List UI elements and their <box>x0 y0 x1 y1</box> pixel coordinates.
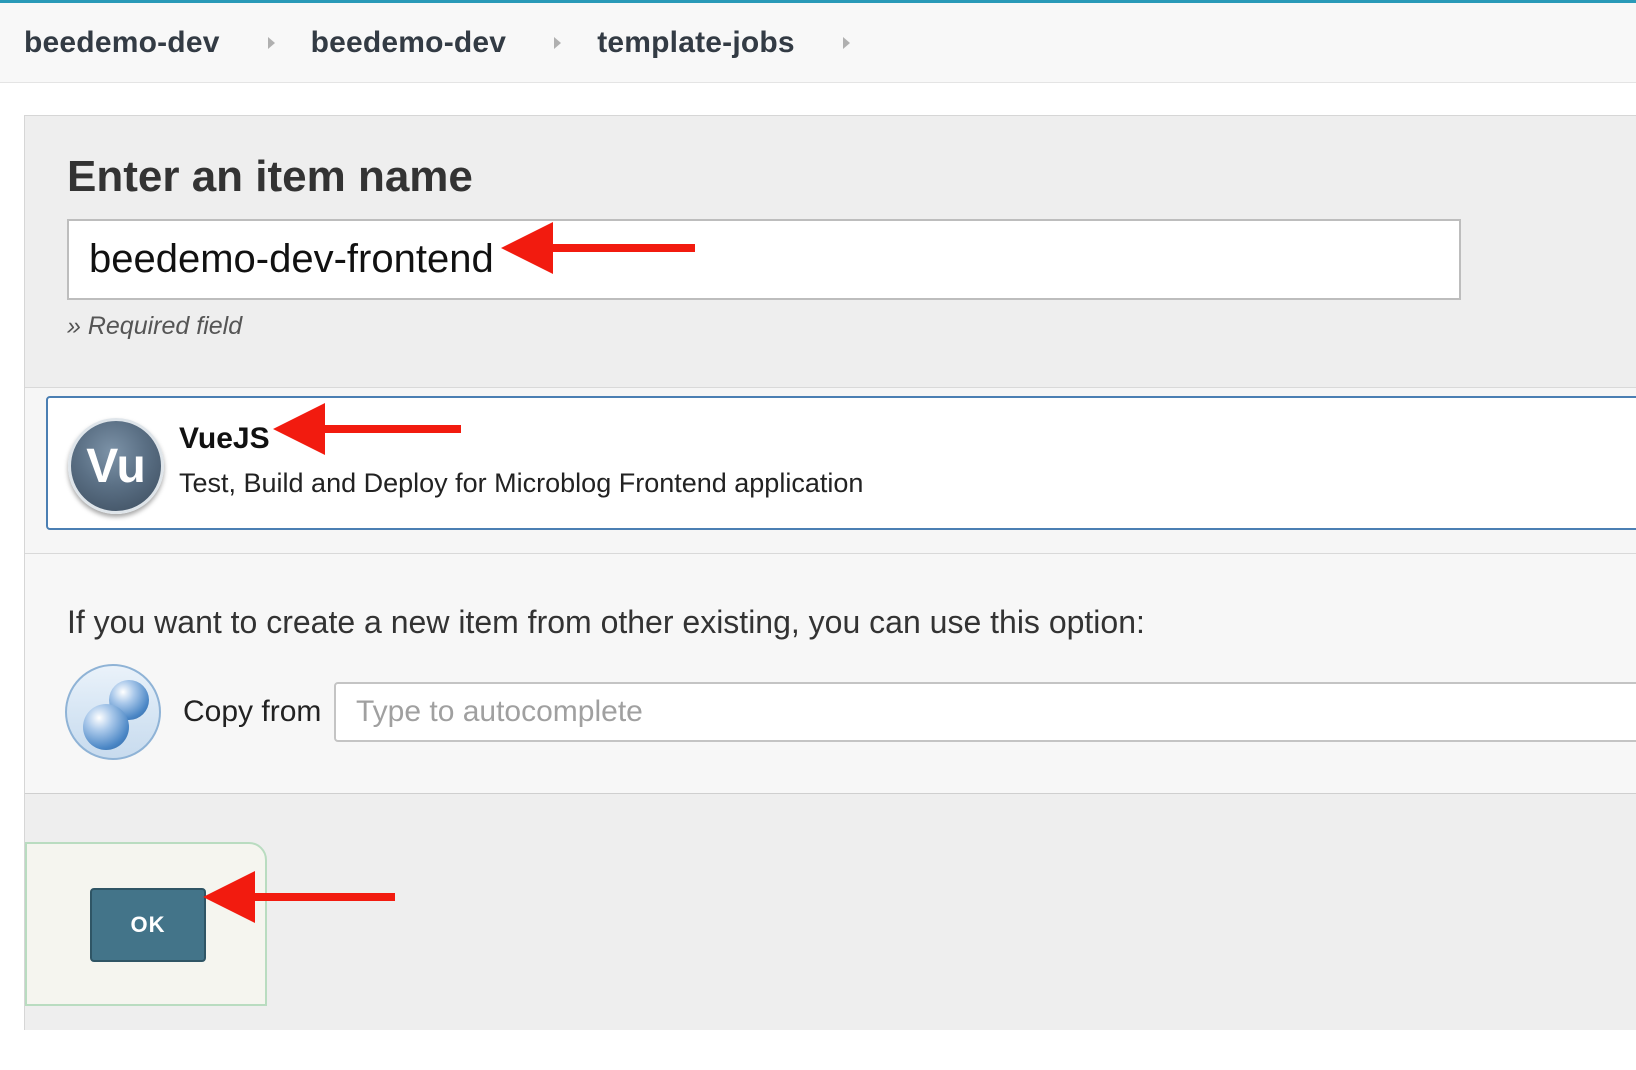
item-name-section: Enter an item name » Required field <box>25 116 1636 388</box>
template-list: Vu VueJS Test, Build and Deploy for Micr… <box>25 388 1636 554</box>
copy-from-label: Copy from <box>183 695 322 728</box>
breadcrumb-chevron-icon[interactable] <box>554 36 562 49</box>
breadcrumb-item-3[interactable]: template-jobs <box>597 26 795 60</box>
ok-button-container: OK <box>25 842 267 1006</box>
vuejs-template-icon: Vu <box>68 418 164 514</box>
annotation-arrow-icon <box>203 871 395 923</box>
form-footer: OK <box>25 794 1636 1030</box>
copy-spheres-icon <box>65 664 161 760</box>
annotation-arrow-icon <box>273 403 461 455</box>
required-field-note: » Required field <box>67 312 243 340</box>
breadcrumb-item-1[interactable]: beedemo-dev <box>24 26 220 60</box>
copy-from-hint: If you want to create a new item from ot… <box>67 604 1145 640</box>
copy-from-section: If you want to create a new item from ot… <box>25 554 1636 794</box>
item-name-input[interactable] <box>67 219 1461 300</box>
page-title: Enter an item name <box>67 152 473 201</box>
breadcrumb-chevron-icon[interactable] <box>267 36 275 49</box>
new-item-panel: Enter an item name » Required field Vu V… <box>24 115 1636 1030</box>
copy-from-input[interactable] <box>334 682 1636 742</box>
breadcrumb: beedemo-dev beedemo-dev template-jobs <box>0 3 1636 83</box>
ok-button[interactable]: OK <box>90 888 206 962</box>
breadcrumb-chevron-icon[interactable] <box>842 36 850 49</box>
template-name: VueJS <box>179 422 270 455</box>
sphere-icon <box>83 704 129 750</box>
breadcrumb-item-2[interactable]: beedemo-dev <box>311 26 507 60</box>
template-description: Test, Build and Deploy for Microblog Fro… <box>179 468 864 498</box>
annotation-arrow-icon <box>501 222 695 274</box>
